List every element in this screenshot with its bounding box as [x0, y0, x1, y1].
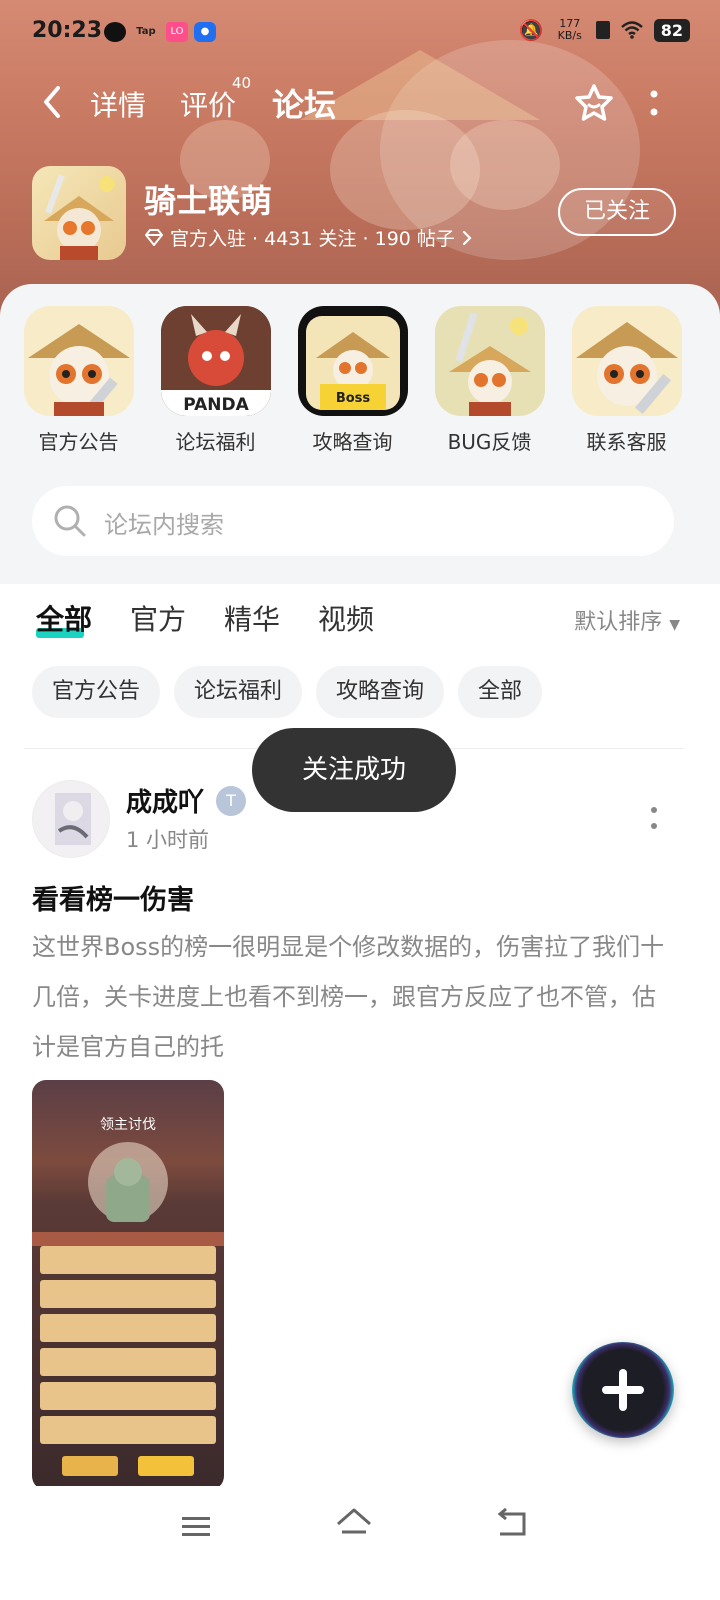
- shortcut-customer-service[interactable]: 联系客服: [558, 306, 695, 455]
- tab-detail[interactable]: 详情: [90, 84, 146, 124]
- shortcut-guide[interactable]: Boss 攻略查询: [284, 306, 421, 455]
- favorite-star-icon[interactable]: [573, 82, 615, 124]
- rank-row: [40, 1280, 216, 1308]
- sort-dropdown[interactable]: 默认排序 ▼: [574, 604, 680, 636]
- shortcut-label: 官方公告: [38, 430, 119, 454]
- status-right: 🔕 177 KB/s 82: [519, 18, 690, 42]
- shortcut-label: 攻略查询: [312, 430, 393, 454]
- rank-row: [40, 1416, 216, 1444]
- tab-review[interactable]: 评价: [180, 84, 236, 124]
- system-navigation-bar: [0, 1486, 720, 1600]
- status-time: 20:23: [32, 18, 103, 43]
- filter-tab-all[interactable]: 全部: [36, 598, 92, 638]
- post-image-caption: 领主讨伐: [100, 1117, 156, 1133]
- top-navigation: 详情 评价 40 论坛: [0, 74, 720, 130]
- announcement-icon: [23, 306, 134, 416]
- app-notification-icon: ●: [194, 22, 216, 42]
- tap-icon: Tap: [136, 26, 156, 37]
- qq-icon: [104, 22, 126, 42]
- svg-text:PANDA: PANDA: [183, 395, 249, 415]
- chip-all[interactable]: 全部: [458, 666, 543, 718]
- battery-indicator: 82: [653, 18, 690, 42]
- status-notification-icons: Tap LO ●: [104, 22, 216, 42]
- author-avatar[interactable]: [32, 780, 110, 858]
- game-avatar[interactable]: [32, 166, 126, 260]
- welfare-icon: PANDA: [160, 306, 271, 416]
- verified-badge-icon: T: [216, 786, 246, 816]
- caret-down-icon: ▼: [669, 617, 680, 633]
- shortcut-announcement[interactable]: 官方公告: [10, 306, 147, 455]
- rank-row: [40, 1246, 216, 1274]
- post-time: 1 小时前: [126, 828, 210, 852]
- system-back-icon[interactable]: [494, 1508, 530, 1540]
- forum-panel: 官方公告 PANDA 论坛福利 Boss 攻略查询 BUG反馈 联系客服 论坛内…: [0, 284, 720, 584]
- filter-tab-official[interactable]: 官方: [130, 598, 186, 638]
- rank-row: [40, 1314, 216, 1342]
- game-meta[interactable]: 官方入驻 · 4431 关注 · 190 帖子: [144, 224, 473, 251]
- sim-icon: [595, 21, 610, 39]
- wifi-icon: [620, 21, 643, 39]
- tab-forum[interactable]: 论坛: [272, 80, 336, 126]
- rank-row: [40, 1382, 216, 1410]
- follow-button[interactable]: 已关注: [558, 188, 676, 236]
- chip-guide[interactable]: 攻略查询: [316, 666, 445, 718]
- chip-welfare[interactable]: 论坛福利: [174, 666, 303, 718]
- guide-icon: Boss: [297, 306, 408, 416]
- filter-tabs: 全部 官方 精华 视频 默认排序 ▼: [0, 598, 720, 648]
- filter-tab-featured[interactable]: 精华: [224, 598, 280, 638]
- chip-announcement[interactable]: 官方公告: [32, 666, 161, 718]
- shortcut-label: BUG反馈: [447, 430, 532, 454]
- search-icon: [54, 505, 86, 537]
- rank-row: [40, 1348, 216, 1376]
- menu-icon[interactable]: [180, 1514, 212, 1540]
- bug-report-icon: [434, 306, 545, 416]
- post-author[interactable]: 成成吖: [126, 782, 204, 819]
- post-body[interactable]: 这世界Boss的榜一很明显是个修改数据的，伤害拉了我们十几倍，关卡进度上也看不到…: [32, 922, 672, 1072]
- game-name: 骑士联萌: [144, 182, 273, 220]
- challenge-button-art: [138, 1456, 194, 1476]
- back-arrow-icon[interactable]: [38, 84, 68, 120]
- lofter-icon: LO: [166, 22, 188, 42]
- mute-icon: 🔕: [518, 18, 544, 42]
- chevron-right-icon: [462, 230, 472, 245]
- game-meta-text: 官方入驻 · 4431 关注 · 190 帖子: [170, 228, 455, 250]
- new-post-button[interactable]: [572, 1342, 674, 1438]
- post-title[interactable]: 看看榜一伤害: [32, 878, 194, 917]
- search-bar[interactable]: 论坛内搜索: [32, 486, 674, 556]
- game-logo-art: [44, 174, 115, 260]
- review-count-badge: 40: [232, 74, 252, 92]
- toast-message: 关注成功: [252, 728, 456, 812]
- status-bar: 20:23 Tap LO ● 🔕 177 KB/s 82: [0, 0, 720, 66]
- category-chips: 官方公告 论坛福利 攻略查询 全部: [32, 666, 543, 718]
- customer-service-icon: [571, 306, 682, 416]
- post-image[interactable]: 领主讨伐: [32, 1080, 224, 1490]
- plus-icon: [619, 1369, 627, 1411]
- shortcut-row: 官方公告 PANDA 论坛福利 Boss 攻略查询 BUG反馈 联系客服: [0, 306, 720, 455]
- sweep-button-art: [62, 1456, 118, 1476]
- search-input[interactable]: 论坛内搜索: [104, 505, 224, 540]
- shortcut-label: 论坛福利: [175, 430, 256, 454]
- game-header: 骑士联萌 官方入驻 · 4431 关注 · 190 帖子 已关注: [32, 166, 692, 262]
- post-more-icon[interactable]: [650, 806, 658, 830]
- boss-illustration: [32, 1142, 224, 1246]
- more-options-icon[interactable]: [650, 88, 658, 118]
- svg-text:Boss: Boss: [335, 391, 370, 406]
- shortcut-bug-report[interactable]: BUG反馈: [421, 306, 558, 455]
- shortcut-welfare[interactable]: PANDA 论坛福利: [147, 306, 284, 455]
- diamond-icon: [145, 228, 163, 246]
- shortcut-label: 联系客服: [586, 430, 667, 454]
- filter-tab-video[interactable]: 视频: [318, 598, 374, 638]
- network-speed: 177 KB/s: [557, 17, 582, 42]
- sort-label: 默认排序: [574, 610, 663, 635]
- home-icon[interactable]: [334, 1506, 374, 1542]
